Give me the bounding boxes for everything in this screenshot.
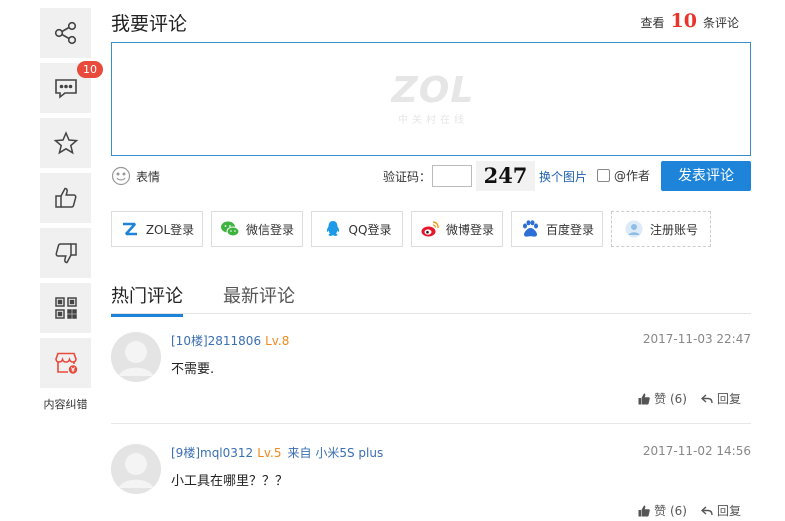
like-count: 赞 (6) [654, 504, 687, 518]
submit-comment-button[interactable]: 发表评论 [661, 161, 751, 191]
captcha-image[interactable]: 247 [476, 161, 535, 191]
reply-button[interactable]: 回复 [700, 502, 741, 519]
comment-device: 来自 小米5S plus [287, 446, 384, 460]
store-error-icon [54, 352, 77, 374]
tabs-divider [111, 313, 751, 314]
comment-count-badge: 10 [77, 61, 103, 78]
like-count: 赞 (6) [654, 392, 687, 406]
comment-item: [9楼]mql0312 Lv.5 来自 小米5S plus 2017-11-02 1… [111, 444, 751, 521]
watermark-logo: ZOL [391, 70, 475, 111]
at-author-label: @作者 [614, 169, 651, 183]
wechat-login-button[interactable]: 微信登录 [211, 211, 303, 247]
zol-icon [122, 222, 137, 236]
thumbs-down-icon [55, 243, 77, 264]
register-label: 注册账号 [649, 222, 698, 237]
qq-login-label: QQ登录 [348, 222, 392, 237]
comment-meta: [9楼]mql0312 Lv.5 来自 小米5S plus [171, 444, 383, 461]
star-icon [53, 131, 78, 155]
qq-login-button[interactable]: QQ登录 [311, 211, 403, 247]
weibo-icon [421, 221, 439, 237]
watermark-subtitle: 中关村在线 [398, 115, 468, 126]
baidu-login-button[interactable]: 百度登录 [511, 211, 603, 247]
comment-text: 小工具在哪里？？？ [171, 474, 289, 489]
avatar[interactable] [111, 332, 161, 382]
comment-user[interactable]: [10楼]2811806 [171, 334, 261, 348]
page-title: 我要评论 [111, 13, 188, 35]
comment-actions: 赞 (6) 回复 [638, 502, 741, 519]
sidebar: 10 [40, 8, 103, 393]
baidu-login-label: 百度登录 [545, 222, 594, 237]
share-icon [54, 21, 76, 45]
report-error-button[interactable] [40, 338, 91, 388]
comment-text: 不需要. [171, 362, 215, 377]
at-author-option[interactable]: @作者 [597, 167, 650, 184]
login-options: ZOL登录 微信登录 QQ登录 微博登录 百度登录 注册账号 [111, 211, 711, 247]
reply-icon [700, 505, 713, 515]
comment-divider [111, 423, 751, 424]
reply-label: 回复 [716, 504, 741, 518]
comment-time: 2017-11-02 14:56 [642, 444, 751, 458]
emoji-label: 表情 [136, 169, 161, 184]
tab-latest-comments[interactable]: 最新评论 [223, 282, 295, 317]
emoji-button[interactable]: 表情 [111, 166, 160, 186]
zol-login-button[interactable]: ZOL登录 [111, 211, 203, 247]
avatar[interactable] [111, 444, 161, 494]
report-error-label[interactable]: 内容纠错 [40, 396, 91, 412]
user-level: Lv.5 [257, 446, 282, 460]
comments-button[interactable]: 10 [40, 61, 103, 113]
qr-code-icon [54, 297, 77, 319]
comment-count: 10 [670, 10, 697, 32]
qr-code-button[interactable] [40, 283, 91, 333]
view-suffix: 条评论 [702, 16, 739, 30]
wechat-icon [220, 221, 240, 237]
comment-time: 2017-11-03 22:47 [642, 332, 751, 346]
comment-user[interactable]: [9楼]mql0312 [171, 446, 253, 460]
user-icon [625, 220, 643, 238]
like-button[interactable] [40, 173, 91, 223]
qq-icon [326, 221, 339, 236]
comment-actions: 赞 (6) 回复 [638, 390, 741, 407]
comment-textarea[interactable]: ZOL 中关村在线 [111, 42, 751, 156]
like-comment-button[interactable]: 赞 (6) [638, 502, 687, 519]
reply-label: 回复 [716, 392, 741, 406]
reply-button[interactable]: 回复 [700, 390, 741, 407]
view-prefix: 查看 [640, 16, 665, 30]
at-author-checkbox[interactable] [597, 169, 610, 182]
thumbs-up-icon [638, 505, 650, 516]
comment-item: [10楼]2811806 Lv.8 2017-11-03 22:47 不需要. 赞… [111, 332, 751, 412]
captcha-input[interactable] [432, 165, 472, 187]
favorite-button[interactable] [40, 118, 91, 168]
default-avatar-icon [111, 444, 161, 494]
smiley-icon [111, 166, 131, 186]
share-button[interactable] [40, 8, 91, 58]
refresh-captcha-link[interactable]: 换个图片 [539, 168, 587, 185]
register-button[interactable]: 注册账号 [611, 211, 711, 247]
reply-icon [700, 393, 713, 403]
view-comments-link[interactable]: 查看 10 条评论 [641, 10, 739, 32]
thumbs-up-icon [54, 187, 76, 208]
zol-login-label: ZOL登录 [145, 222, 195, 237]
wechat-login-label: 微信登录 [245, 222, 294, 237]
baidu-icon [522, 220, 538, 237]
zol-watermark: ZOL 中关村在线 [387, 70, 479, 127]
user-level: Lv.8 [265, 334, 290, 348]
thumbs-up-icon [638, 393, 650, 404]
comment-icon [54, 79, 77, 99]
comment-tabs: 热门评论 最新评论 [111, 282, 295, 317]
weibo-login-label: 微博登录 [445, 222, 494, 237]
tab-hot-comments[interactable]: 热门评论 [111, 282, 183, 317]
captcha-label: 验证码： [383, 170, 432, 184]
comment-meta: [10楼]2811806 Lv.8 [171, 332, 289, 349]
default-avatar-icon [111, 332, 161, 382]
weibo-login-button[interactable]: 微博登录 [411, 211, 503, 247]
like-comment-button[interactable]: 赞 (6) [638, 390, 687, 407]
dislike-button[interactable] [40, 228, 91, 278]
